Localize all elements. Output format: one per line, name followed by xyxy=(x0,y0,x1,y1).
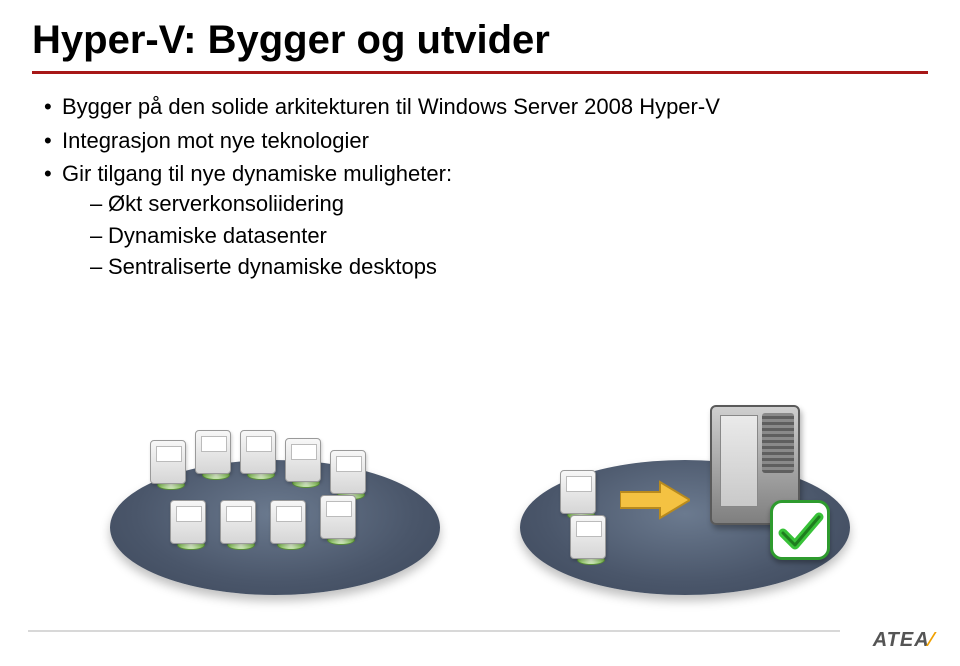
sub-bullet-item: Sentraliserte dynamiske desktops xyxy=(90,252,960,282)
sub-bullet-item: Dynamiske datasenter xyxy=(90,221,960,251)
bullet-item: Bygger på den solide arkitekturen til Wi… xyxy=(44,92,960,122)
logo-text: ATEA xyxy=(873,629,930,651)
small-server-icon xyxy=(270,500,312,550)
small-server-icon xyxy=(570,515,612,565)
small-server-icon xyxy=(150,440,192,490)
small-server-icon xyxy=(320,495,362,545)
small-server-icon xyxy=(195,430,237,480)
bullet-text: Gir tilgang til nye dynamiske muligheter… xyxy=(62,161,452,186)
sub-bullet-item: Økt serverkonsoliidering xyxy=(90,189,960,219)
slide-title: Hyper-V: Bygger og utvider xyxy=(0,0,960,71)
title-underline xyxy=(32,71,928,74)
small-server-icon xyxy=(560,470,602,520)
diagram-area xyxy=(0,350,960,630)
small-server-icon xyxy=(330,450,372,500)
bullet-item: Gir tilgang til nye dynamiske muligheter… xyxy=(44,159,960,282)
small-server-icon xyxy=(220,500,262,550)
atea-logo: ATEA⁄ xyxy=(873,629,934,652)
footer-divider xyxy=(28,630,840,632)
small-server-icon xyxy=(240,430,282,480)
bullet-list: Bygger på den solide arkitekturen til Wi… xyxy=(0,92,960,282)
small-server-icon xyxy=(285,438,327,488)
checkmark-badge-icon xyxy=(770,500,830,560)
bullet-item: Integrasjon mot nye teknologier xyxy=(44,126,960,156)
arrow-icon xyxy=(620,480,690,520)
logo-accent-icon: ⁄ xyxy=(930,629,934,651)
small-server-icon xyxy=(170,500,212,550)
